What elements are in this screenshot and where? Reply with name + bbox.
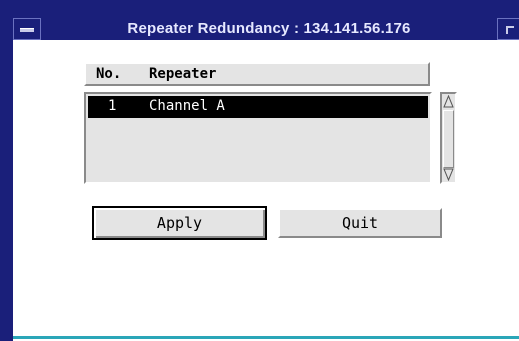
row-repeater-name: Channel A xyxy=(149,98,225,114)
list-scrollbar[interactable] xyxy=(440,92,457,184)
scrollbar-thumb[interactable] xyxy=(443,110,454,168)
repeater-redundancy-window: Repeater Redundancy : 134.141.56.176 No.… xyxy=(0,0,519,341)
scroll-down-arrow-icon[interactable] xyxy=(443,168,454,182)
row-number: 1 xyxy=(108,98,117,114)
window-title: Repeater Redundancy : 134.141.56.176 xyxy=(127,20,411,37)
table-header: No. Repeater xyxy=(84,62,430,86)
window-menu-icon xyxy=(20,28,34,32)
down-arrow-icon xyxy=(443,168,454,182)
window-menu-button[interactable] xyxy=(13,18,41,40)
up-arrow-icon xyxy=(443,94,454,108)
apply-button[interactable]: Apply xyxy=(92,206,267,240)
column-header-no: No. xyxy=(96,66,122,82)
window-frame-bottom xyxy=(13,336,519,339)
window-frame-left xyxy=(0,0,13,341)
column-header-repeater: Repeater xyxy=(149,66,217,82)
window-maximize-button[interactable] xyxy=(497,18,519,40)
maximize-icon xyxy=(506,26,514,34)
table-row[interactable]: 1 Channel A xyxy=(88,96,428,118)
quit-button[interactable]: Quit xyxy=(278,208,442,238)
repeater-list[interactable]: 1 Channel A xyxy=(84,92,432,184)
scroll-up-arrow-icon[interactable] xyxy=(443,94,454,108)
